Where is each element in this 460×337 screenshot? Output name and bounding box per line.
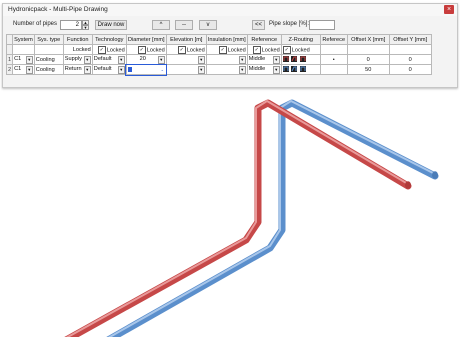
return-pipe[interactable] xyxy=(106,99,439,337)
pipe-drawing-canvas xyxy=(64,99,439,337)
supply-pipe-end-cap xyxy=(405,181,411,189)
return-pipe-end-cap xyxy=(432,171,438,179)
return-pipe-highlight xyxy=(107,100,436,337)
